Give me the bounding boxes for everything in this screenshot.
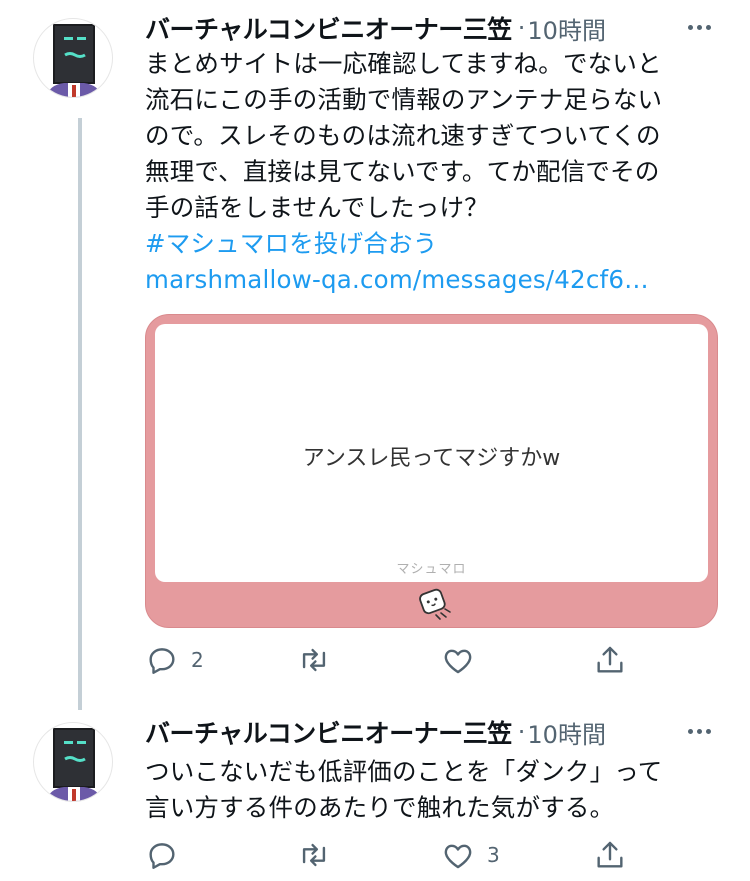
- reply-button[interactable]: 2: [145, 640, 204, 680]
- share-icon: [597, 646, 623, 673]
- tweet-text: ついこないだも低評価のことを「ダンク」って 言い方する件のあたりで触れた気がする…: [145, 754, 728, 826]
- thread-line: [78, 118, 82, 710]
- text-line: 無理で、直接は見てないです。てか配信でその: [145, 157, 660, 186]
- retweet-icon: [302, 648, 326, 672]
- avatar[interactable]: [33, 722, 113, 802]
- tweet-text: まとめサイトは一応確認してますね。でないと 流石にこの手の活動で情報のアンテナ足…: [145, 46, 728, 298]
- timestamp[interactable]: 10時間: [527, 11, 606, 46]
- card-content: アンスレ民ってマジすかw マシュマロ: [155, 324, 708, 582]
- like-icon: [444, 844, 472, 869]
- reply-count: 2: [191, 648, 204, 672]
- card-question: アンスレ民ってマジすかw: [302, 446, 561, 471]
- hashtag-link[interactable]: #マシュマロを投げ合おう: [145, 226, 728, 262]
- timestamp[interactable]: 10時間: [527, 715, 606, 750]
- text-line: ついこないだも低評価のことを「ダンク」って: [145, 757, 663, 786]
- retweet-button[interactable]: [297, 835, 343, 875]
- more-icon[interactable]: [682, 716, 716, 746]
- author-name[interactable]: バーチャルコンビニオーナー三笠: [145, 10, 512, 46]
- avatar[interactable]: [33, 18, 113, 98]
- tweet[interactable]: バーチャルコンビニオーナー三笠 · 10時間 ついこないだも低評価のことを「ダン…: [0, 700, 750, 881]
- text-line: 流石にこの手の活動で情報のアンテナ足らない: [145, 85, 663, 114]
- url-link[interactable]: marshmallow-qa.com/messages/42cf6…: [145, 262, 728, 298]
- reply-icon: [149, 648, 175, 674]
- link-card[interactable]: アンスレ民ってマジすかw マシュマロ: [145, 314, 718, 628]
- like-button[interactable]: [441, 640, 487, 680]
- avatar-image: [46, 728, 102, 801]
- separator: ·: [517, 718, 526, 746]
- retweet-button[interactable]: [297, 640, 343, 680]
- text-line: まとめサイトは一応確認してますね。でないと: [145, 49, 662, 78]
- like-count: 3: [487, 843, 500, 867]
- text-line: ので。スレそのものは流れ速すぎてついてくの: [145, 121, 661, 150]
- text-line: 言い方する件のあたりで触れた気がする。: [145, 793, 615, 822]
- action-bar: 2: [145, 640, 750, 680]
- retweet-icon: [302, 843, 326, 867]
- share-icon: [597, 841, 623, 868]
- separator: ·: [517, 14, 526, 42]
- reply-icon: [149, 843, 175, 869]
- avatar-image: [46, 24, 102, 97]
- action-bar: 3: [145, 835, 750, 875]
- more-icon[interactable]: [682, 12, 716, 42]
- card-brand: マシュマロ: [396, 562, 467, 577]
- tweet-header: バーチャルコンビニオーナー三笠 · 10時間: [145, 714, 730, 750]
- reply-button[interactable]: [145, 835, 191, 875]
- tweet[interactable]: バーチャルコンビニオーナー三笠 · 10時間 まとめサイトは一応確認してますね。…: [0, 0, 750, 710]
- marshmallow-icon: [419, 588, 451, 620]
- like-button[interactable]: 3: [441, 835, 500, 875]
- text-line: 手の話をしませんでしたっけ？: [145, 193, 489, 222]
- tweet-header: バーチャルコンビニオーナー三笠 · 10時間: [145, 10, 730, 46]
- like-icon: [444, 649, 472, 674]
- share-button[interactable]: [593, 640, 627, 680]
- author-name[interactable]: バーチャルコンビニオーナー三笠: [145, 714, 512, 750]
- share-button[interactable]: [593, 835, 627, 875]
